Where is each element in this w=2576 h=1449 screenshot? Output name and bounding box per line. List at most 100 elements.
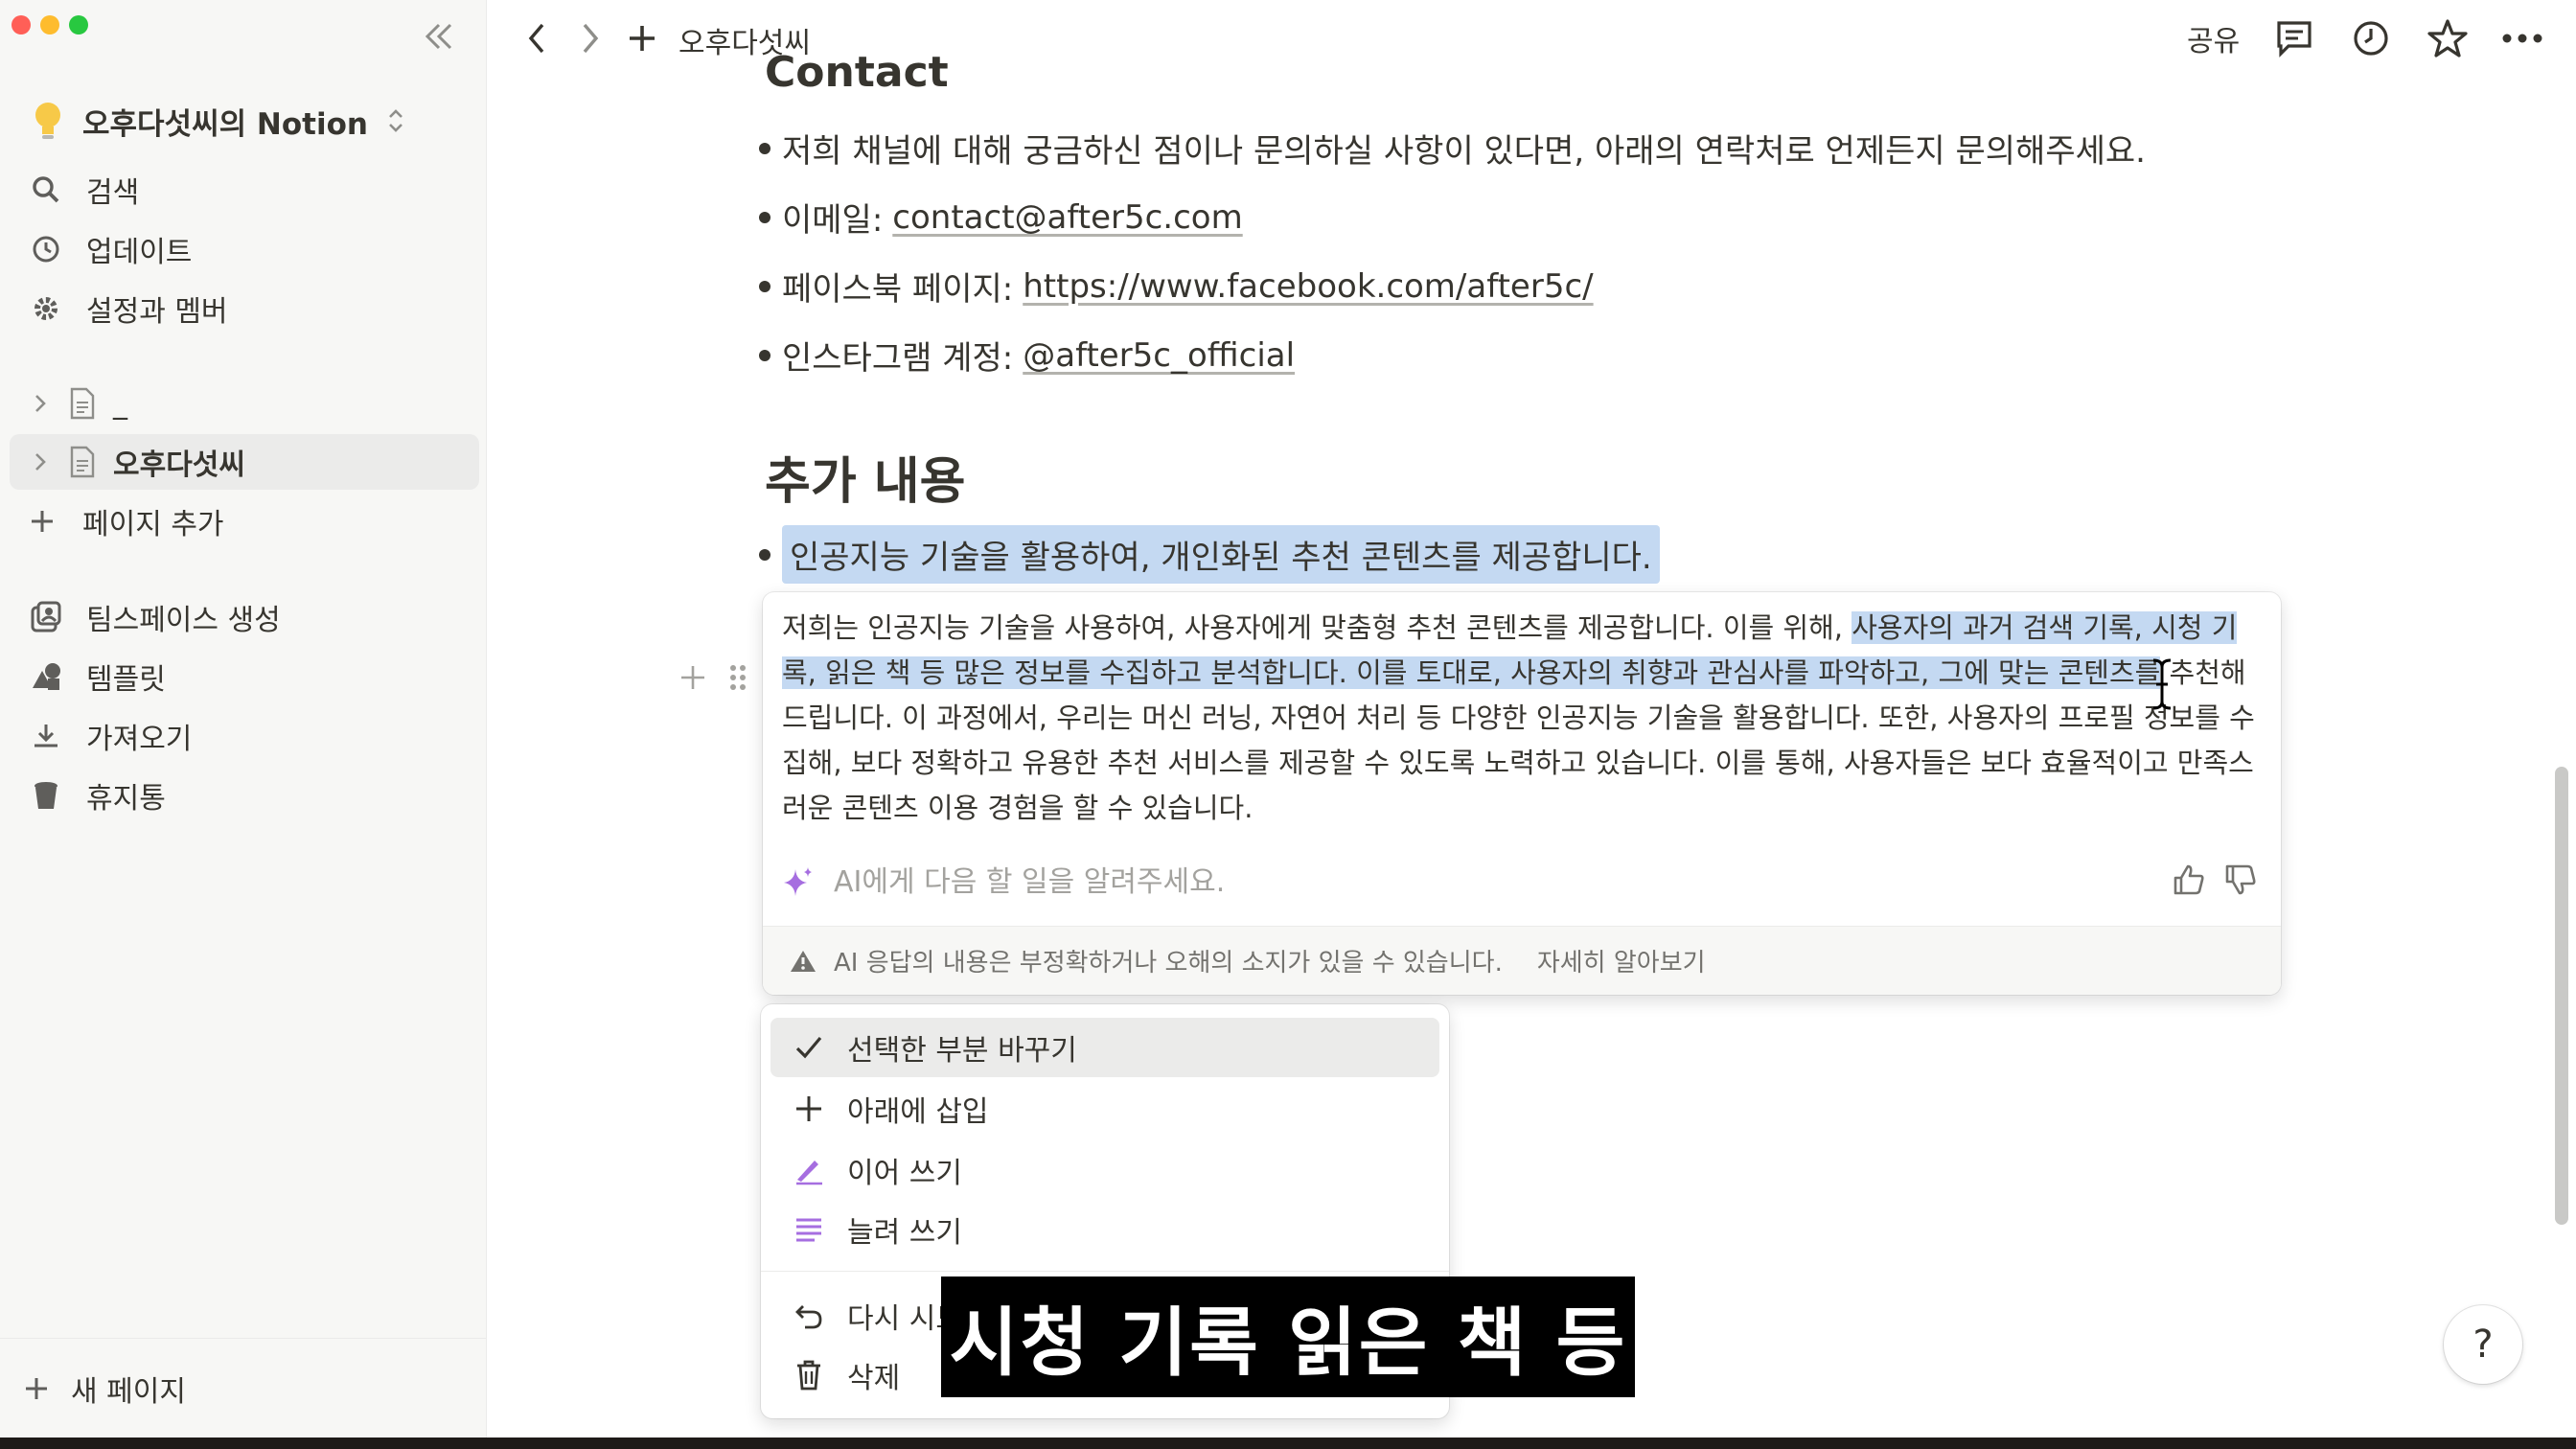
ai-warning-bar: AI 응답의 내용은 부정확하거나 오해의 소지가 있을 수 있습니다. 자세히… <box>763 926 2281 995</box>
sidebar-item-updates[interactable]: 업데이트 <box>29 222 470 276</box>
bullet-text: 이메일: <box>782 201 884 240</box>
menu-item-label: 삭제 <box>847 1362 901 1395</box>
menu-item-insert-below[interactable]: 아래에 삽입 <box>770 1079 1439 1138</box>
ai-prompt-input[interactable] <box>834 864 1984 899</box>
collapse-sidebar-button[interactable] <box>418 15 460 58</box>
sidebar-item-label: 가져오기 <box>86 723 193 756</box>
retry-icon <box>795 1305 822 1329</box>
sidebar-item-trash[interactable]: 휴지통 <box>29 769 470 822</box>
sidebar-item-label: 템플릿 <box>86 663 166 697</box>
add-page-label: 페이지 추가 <box>82 508 224 541</box>
sidebar-item-teamspace[interactable]: 팀스페이스 생성 <box>29 590 470 644</box>
sidebar-item-templates[interactable]: 템플릿 <box>29 650 470 703</box>
sidebar-item-label: 검색 <box>86 176 140 210</box>
more-button[interactable] <box>2501 17 2543 59</box>
feedback-buttons <box>2172 862 2258 897</box>
sidebar-item-label: 설정과 멤버 <box>86 295 228 329</box>
contact-heading: Contact <box>765 48 949 97</box>
sparkle-icon <box>784 867 812 896</box>
contact-bullet: 페이스북 페이지: https://www.facebook.com/after… <box>759 263 1594 310</box>
maximize-window-button[interactable] <box>69 15 88 34</box>
sidebar-item-label: 팀스페이스 생성 <box>86 604 281 637</box>
comments-button[interactable] <box>2273 17 2315 59</box>
page-icon <box>70 446 95 478</box>
sidebar: 오후다섯씨의 Notion 검색 업데이트 설정과 멤버 _ 오후다섯씨 페이지… <box>0 0 487 1438</box>
sidebar-page-label: _ <box>113 386 127 421</box>
sidebar-item-settings[interactable]: 설정과 멤버 <box>29 282 470 335</box>
pen-icon <box>796 1161 822 1185</box>
sidebar-page-underscore[interactable]: _ <box>10 376 479 431</box>
clock-icon <box>2354 21 2388 56</box>
clock-icon <box>33 236 59 263</box>
share-button[interactable]: 공유 <box>2187 17 2240 59</box>
facebook-link[interactable]: https://www.facebook.com/after5c/ <box>1023 267 1593 306</box>
instagram-link[interactable]: @after5c_official <box>1023 336 1295 375</box>
selected-bullet[interactable]: 인공지능 기술을 활용하여, 개인화된 추천 콘텐츠를 제공합니다. <box>759 525 1660 584</box>
gear-icon <box>34 297 58 320</box>
trash-icon <box>797 1360 820 1391</box>
menu-item-label: 아래에 삽입 <box>847 1095 989 1129</box>
check-icon <box>795 1036 822 1059</box>
section-heading: 추가 내용 <box>765 453 966 511</box>
text-cursor-icon <box>2150 657 2174 715</box>
selected-bullet-text: 인공지능 기술을 활용하여, 개인화된 추천 콘텐츠를 제공합니다. <box>782 525 1660 584</box>
menu-item-continue-writing[interactable]: 이어 쓰기 <box>770 1140 1439 1200</box>
thumbs-down-icon[interactable] <box>2223 862 2258 897</box>
scrollbar[interactable] <box>2555 767 2568 1225</box>
bullet-text: 인스타그램 계정: <box>782 339 1014 378</box>
add-page-button[interactable]: 페이지 추가 <box>25 494 466 548</box>
thumbs-up-icon[interactable] <box>2172 862 2206 897</box>
menu-item-label: 이어 쓰기 <box>847 1157 962 1190</box>
sidebar-page-current[interactable]: 오후다섯씨 <box>10 434 479 490</box>
sidebar-item-label: 업데이트 <box>86 236 193 269</box>
drag-handle-icon[interactable] <box>728 663 748 692</box>
new-page-label: 새 페이지 <box>71 1374 186 1409</box>
lightbulb-icon <box>35 103 60 139</box>
sidebar-item-search[interactable]: 검색 <box>29 163 470 217</box>
ai-response-panel: 저희는 인공지능 기술을 사용하여, 사용자에게 맞춤형 추천 콘텐츠를 제공합… <box>763 592 2281 995</box>
back-button[interactable] <box>516 17 558 59</box>
new-tab-button[interactable] <box>621 17 663 59</box>
workspace-switcher[interactable]: 오후다섯씨의 Notion <box>31 98 406 144</box>
search-icon <box>33 176 59 203</box>
sidebar-item-label: 휴지통 <box>86 782 166 816</box>
help-button[interactable]: ? <box>2444 1305 2522 1384</box>
menu-item-replace-selection[interactable]: 선택한 부분 바꾸기 <box>770 1018 1439 1077</box>
menu-item-label: 늘려 쓰기 <box>847 1216 962 1250</box>
download-icon <box>34 724 58 748</box>
plus-icon <box>26 1377 47 1399</box>
chevron-left-icon <box>528 23 544 54</box>
learn-more-link[interactable]: 자세히 알아보기 <box>1537 943 1706 978</box>
minimize-window-button[interactable] <box>40 15 59 34</box>
chevron-updown-icon <box>389 109 402 132</box>
chevron-right-icon[interactable] <box>33 392 48 415</box>
history-button[interactable] <box>2350 17 2392 59</box>
plus-icon <box>796 1096 821 1121</box>
forward-button[interactable] <box>569 17 611 59</box>
contact-bullet: 인스타그램 계정: @after5c_official <box>758 332 1295 379</box>
close-window-button[interactable] <box>12 15 31 34</box>
warning-icon <box>791 950 816 972</box>
new-page-button[interactable]: 새 페이지 <box>0 1338 487 1438</box>
shapes-icon <box>33 663 60 690</box>
bullet-text: 페이스북 페이지: <box>782 270 1014 309</box>
ai-warning-text: AI 응답의 내용은 부정확하거나 오해의 소지가 있을 수 있습니다. <box>834 949 1503 978</box>
teamspace-icon <box>31 601 61 632</box>
email-link[interactable]: contact@after5c.com <box>892 198 1242 237</box>
ai-response-text[interactable]: 저희는 인공지능 기술을 사용하여, 사용자에게 맞춤형 추천 콘텐츠를 제공합… <box>782 606 2258 831</box>
notion-window: 오후다섯씨의 Notion 검색 업데이트 설정과 멤버 _ 오후다섯씨 페이지… <box>0 0 2576 1438</box>
ai-text-before: 저희는 인공지능 기술을 사용하여, 사용자에게 맞춤형 추천 콘텐츠를 제공합… <box>782 611 1852 644</box>
plus-icon[interactable] <box>678 663 707 692</box>
menu-item-label: 선택한 부분 바꾸기 <box>847 1034 1077 1068</box>
bullet-text: 저희 채널에 대해 궁금하신 점이나 문의하실 사항이 있다면, 아래의 연락처… <box>782 132 2146 171</box>
block-handle <box>678 663 748 692</box>
lines-icon <box>796 1218 821 1242</box>
chevron-right-icon <box>583 23 599 54</box>
menu-item-make-longer[interactable]: 늘려 쓰기 <box>770 1200 1439 1259</box>
chevron-right-icon[interactable] <box>33 450 48 473</box>
sidebar-item-import[interactable]: 가져오기 <box>29 709 470 763</box>
plus-icon <box>32 511 53 532</box>
page-icon <box>70 387 95 420</box>
video-caption: 시청 기록 읽은 책 등 <box>941 1276 1635 1397</box>
favorite-button[interactable] <box>2426 17 2469 59</box>
